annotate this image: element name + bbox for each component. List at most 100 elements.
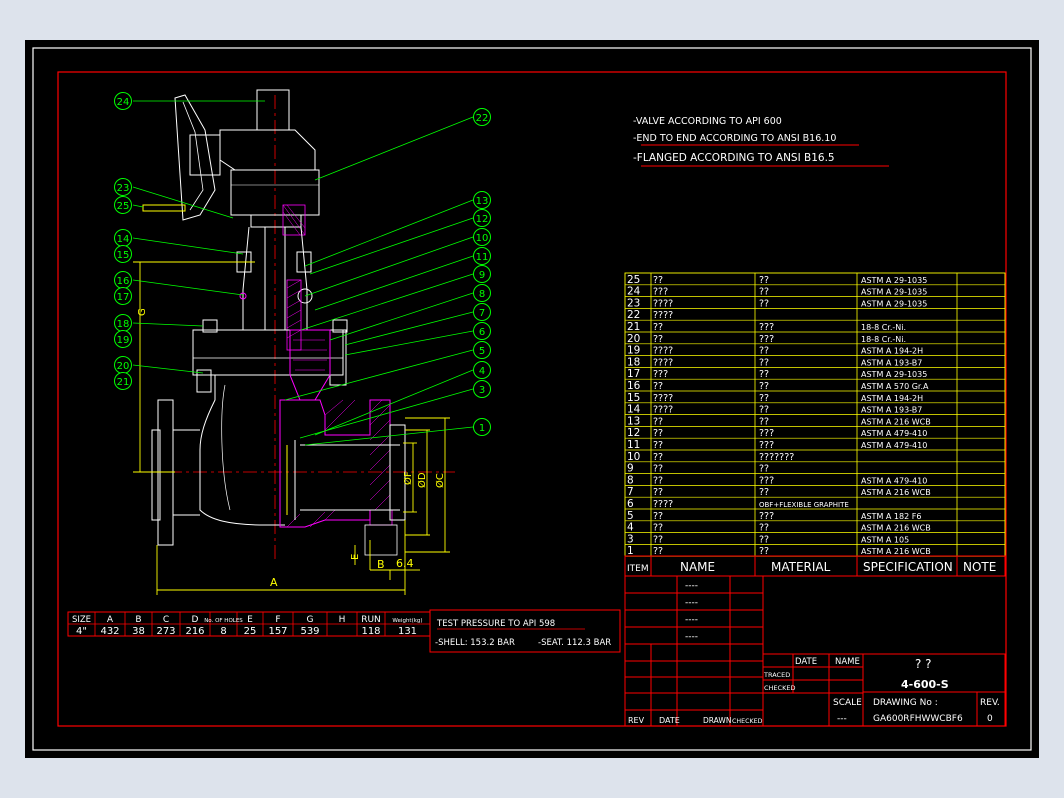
note-3: -FLANGED ACCORDING TO ANSI B16.5 (633, 152, 835, 164)
bom-material: ?? (759, 369, 769, 380)
balloon-label: 22 (476, 113, 489, 124)
bom-material: ??? (759, 440, 774, 451)
bom-item: 9 (627, 463, 634, 475)
dim-thk-label: 6.4 (396, 557, 414, 570)
bom-row-18: 18?????? ASTM A 193-B7 (625, 355, 1005, 368)
balloon-15: 15 (114, 245, 132, 263)
bom-material: ??? (759, 334, 774, 345)
bom-item: 6 (627, 498, 634, 510)
dim-header: A (107, 615, 114, 625)
bom-spec: ASTM A 479-410 (861, 476, 927, 485)
dim-value: 432 (100, 626, 119, 637)
dim-header: G (307, 615, 314, 625)
bom-row-1: 1???? ASTM A 216 WCB (625, 544, 1005, 557)
balloon-label: 23 (117, 183, 130, 194)
bom-row-9: 9???? (625, 461, 1005, 475)
dimensions (133, 261, 450, 595)
balloon-9: 9 (473, 265, 491, 283)
bom-item: 20 (627, 333, 640, 345)
tb-name-label: NAME (835, 657, 860, 667)
balloon-17: 17 (114, 287, 132, 305)
bom-item: 14 (627, 404, 641, 416)
balloon-3: 3 (473, 380, 491, 398)
bom-name: ?? (653, 464, 663, 475)
bom-item: 5 (627, 510, 634, 522)
balloon-12: 12 (473, 209, 491, 227)
bom-material: ??? (759, 428, 774, 439)
dimension-table: SIZE A B C D No. OF HOLES E F G H RUN Weight(kg) 4" 4… (67, 611, 431, 637)
dim-header: B (135, 615, 141, 625)
balloon-label: 19 (117, 335, 130, 346)
balloon-label: 25 (117, 201, 130, 212)
bom-spec: ASTM A 29-1035 (861, 299, 927, 308)
dim-value: 539 (300, 626, 319, 637)
bom-item: 23 (627, 297, 640, 309)
bom-row-8: 8????? ASTM A 479-410 (625, 473, 1005, 486)
bom-spec: ASTM A 182 F6 (861, 512, 921, 521)
dim-d-label: ØD (416, 472, 428, 488)
tb-date-label: DATE (795, 657, 817, 667)
bom-row-22: 22???? (625, 308, 1005, 321)
bom-row-23: 23?????? ASTM A 29-1035 (625, 296, 1005, 309)
bom-item: 15 (627, 392, 640, 404)
balloon-label: 14 (117, 234, 130, 245)
balloon-5: 5 (473, 341, 491, 359)
bom-item: 19 (627, 345, 640, 357)
bom-header: ITEM NAME MATERIAL SPECIFICATION NOTE (624, 555, 1006, 577)
valve-drawing (142, 89, 455, 560)
bom-material: ?? (759, 357, 769, 368)
tb-rev-value: 0 (987, 714, 993, 724)
bom-item: 8 (627, 474, 634, 486)
tb-checked2: CHECKED (732, 718, 763, 725)
balloon-label: 4 (479, 366, 485, 377)
balloon-label: 12 (476, 214, 489, 225)
bom-name: ?? (653, 534, 663, 545)
balloon-20: 20 (114, 356, 132, 374)
tb-drawing-no: GA600RFHWWCBF6 (873, 714, 963, 724)
note-2: -END TO END ACCORDING TO ANSI B16.10 (633, 133, 836, 144)
bom-material: ?? (759, 393, 769, 404)
bom-material: ?? (759, 287, 769, 298)
bom-item: 16 (627, 380, 641, 392)
bom-name: ?? (653, 511, 663, 522)
balloon-6: 6 (473, 322, 491, 340)
bom-row-13: 13???? ASTM A 216 WCB (625, 414, 1005, 427)
bom-row-17: 17????? ASTM A 29-1035 (625, 367, 1005, 380)
balloon-7: 7 (473, 303, 491, 321)
bom-header-spec: SPECIFICATION (863, 560, 953, 574)
dim-value: 131 (398, 626, 417, 637)
balloon-10: 10 (473, 228, 491, 246)
dim-header: Weight(kg) (392, 618, 422, 624)
bom-spec: ASTM A 479-410 (861, 441, 927, 450)
bom-spec: ASTM A 193-B7 (861, 358, 922, 367)
dim-header: RUN (361, 615, 381, 625)
bom-name: ?? (653, 416, 663, 427)
bom-spec: ASTM A 194-2H (861, 347, 923, 356)
bom-material: ?? (759, 523, 769, 534)
dim-header: D (192, 615, 199, 625)
bom-item: 11 (627, 439, 640, 451)
dim-value: 157 (268, 626, 287, 637)
bom-item: 10 (627, 451, 640, 463)
test-seat: -SEAT. 112.3 BAR (538, 638, 611, 648)
bom-spec: 18-8 Cr.-Ni. (861, 323, 906, 332)
bom-row-12: 12????? ASTM A 479-410 (625, 426, 1005, 439)
balloon-label: 24 (117, 97, 130, 108)
revision-dash: ---- (685, 632, 698, 642)
bom-item: 21 (627, 321, 640, 333)
bom-item: 3 (627, 533, 634, 545)
dim-e-label: E (350, 554, 361, 560)
balloon-label: 13 (476, 196, 489, 207)
balloon-label: 8 (479, 289, 485, 300)
bom-item: 22 (627, 309, 640, 321)
bom-item: 1 (627, 545, 634, 557)
bom-name: ??? (653, 287, 668, 298)
bom-name: ?? (653, 475, 663, 486)
bom-material: ?? (759, 381, 769, 392)
bom-row-19: 19?????? ASTM A 194-2H (625, 343, 1005, 357)
dim-header: H (339, 615, 346, 625)
balloon-label: 7 (479, 308, 485, 319)
balloon-label: 21 (117, 377, 130, 388)
bom-material: ?? (759, 464, 769, 475)
bom-name: ?? (653, 523, 663, 534)
